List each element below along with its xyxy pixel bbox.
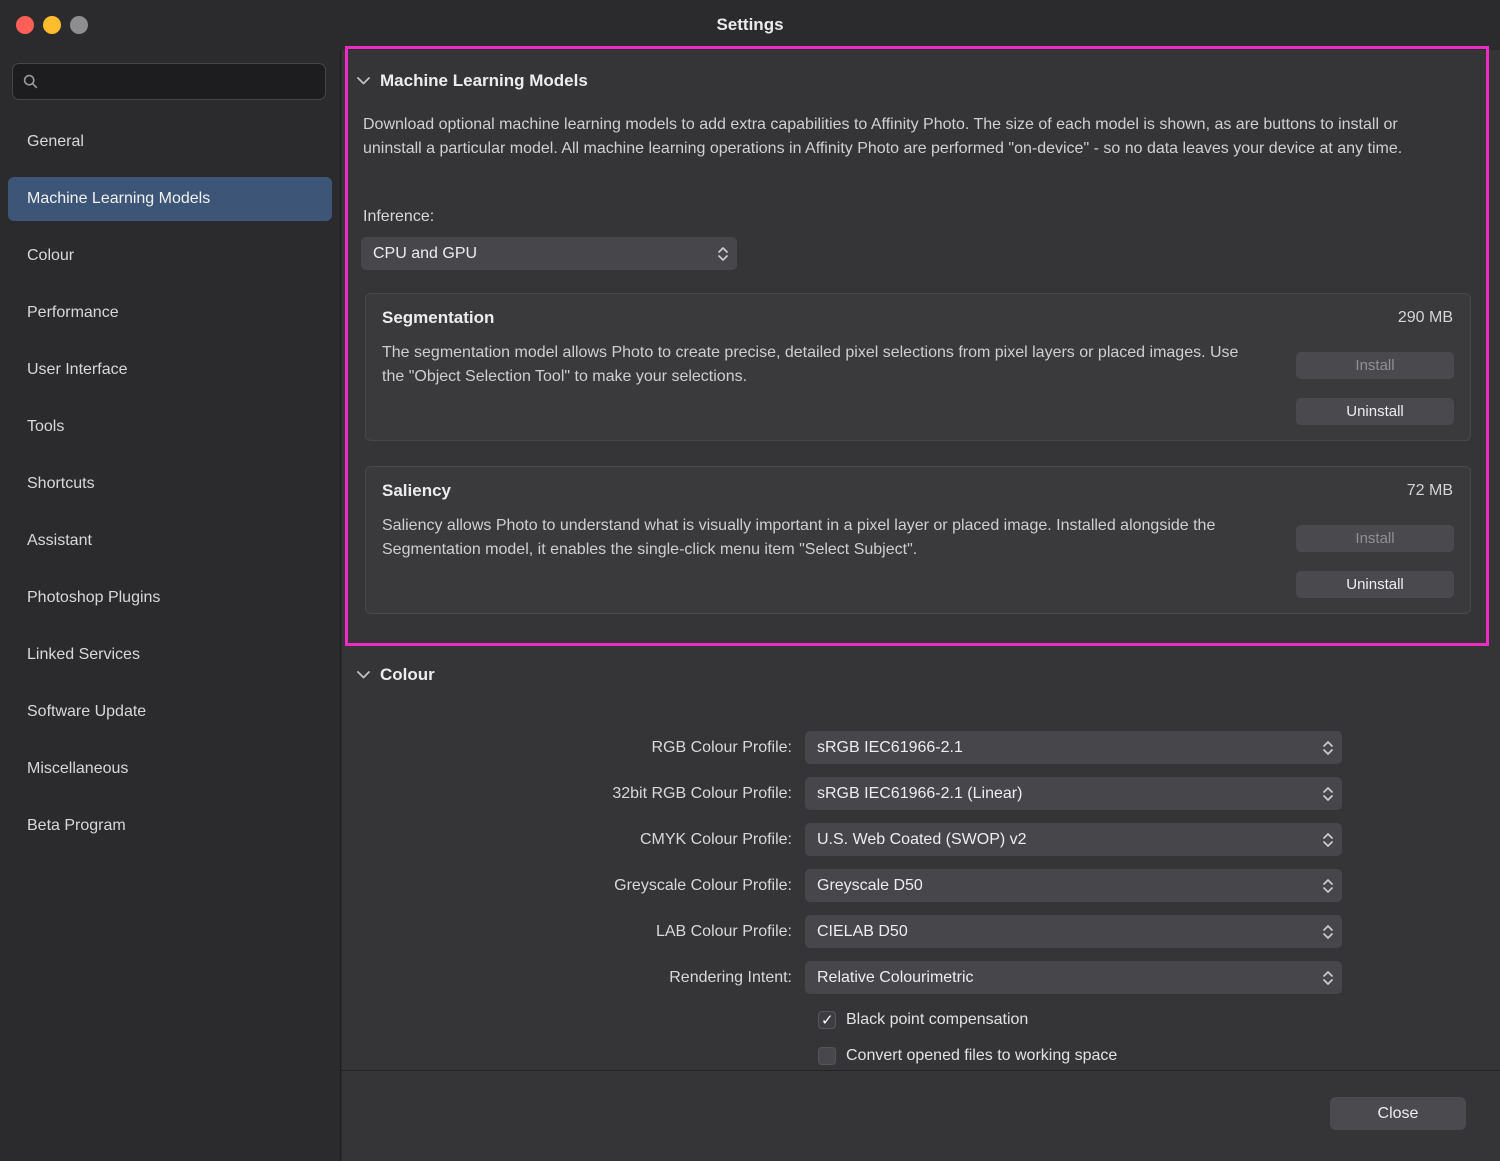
greyscale-profile-value: Greyscale D50 [817, 877, 923, 895]
rendering-intent-row: Rendering Intent: Relative Colourimetric [342, 961, 1342, 994]
colour-section-header[interactable]: Colour [357, 665, 435, 685]
titlebar: Settings [0, 0, 1500, 50]
lab-profile-value: CIELAB D50 [817, 923, 908, 941]
sidebar-item-miscellaneous[interactable]: Miscellaneous [8, 747, 332, 791]
inference-label: Inference: [363, 208, 434, 226]
settings-window: Settings General Machine Learning Models… [0, 0, 1500, 1161]
updown-chevrons-icon [1323, 879, 1333, 893]
sidebar-item-photoshop-plugins[interactable]: Photoshop Plugins [8, 576, 332, 620]
lab-profile-select[interactable]: CIELAB D50 [805, 915, 1342, 948]
colour-section-title: Colour [380, 665, 435, 685]
updown-chevrons-icon [718, 247, 728, 261]
greyscale-profile-row: Greyscale Colour Profile: Greyscale D50 [342, 869, 1342, 902]
window-controls [16, 16, 88, 34]
sidebar-item-linked-services[interactable]: Linked Services [8, 633, 332, 677]
rendering-intent-label: Rendering Intent: [342, 969, 805, 987]
ml-section-title: Machine Learning Models [380, 71, 588, 91]
rgb32-profile-label: 32bit RGB Colour Profile: [342, 785, 805, 803]
chevron-down-icon [357, 77, 370, 85]
window-title: Settings [716, 15, 783, 35]
model-size: 72 MB [1407, 482, 1453, 500]
close-window-button[interactable] [16, 16, 34, 34]
model-card-saliency: Saliency 72 MB Saliency allows Photo to … [365, 466, 1471, 614]
sidebar-item-assistant[interactable]: Assistant [8, 519, 332, 563]
sidebar-item-performance[interactable]: Performance [8, 291, 332, 335]
convert-opened-files-label: Convert opened files to working space [846, 1047, 1117, 1065]
updown-chevrons-icon [1323, 971, 1333, 985]
colour-checkboxes: Black point compensation Convert opened … [818, 1007, 1117, 1079]
rendering-intent-select[interactable]: Relative Colourimetric [805, 961, 1342, 994]
ml-section-header[interactable]: Machine Learning Models [357, 71, 588, 91]
cmyk-profile-select[interactable]: U.S. Web Coated (SWOP) v2 [805, 823, 1342, 856]
sidebar-item-general[interactable]: General [8, 120, 332, 164]
model-size: 290 MB [1398, 309, 1453, 327]
inference-select[interactable]: CPU and GPU [361, 237, 737, 270]
minimize-window-button[interactable] [43, 16, 61, 34]
cmyk-profile-label: CMYK Colour Profile: [342, 831, 805, 849]
cmyk-profile-row: CMYK Colour Profile: U.S. Web Coated (SW… [342, 823, 1342, 856]
sidebar-item-machine-learning-models[interactable]: Machine Learning Models [8, 177, 332, 221]
sidebar-item-shortcuts[interactable]: Shortcuts [8, 462, 332, 506]
rgb-profile-label: RGB Colour Profile: [342, 739, 805, 757]
greyscale-profile-select[interactable]: Greyscale D50 [805, 869, 1342, 902]
rgb-profile-row: RGB Colour Profile: sRGB IEC61966-2.1 [342, 731, 1342, 764]
segmentation-install-button[interactable]: Install [1296, 352, 1454, 379]
search-icon [23, 74, 38, 89]
rgb32-profile-row: 32bit RGB Colour Profile: sRGB IEC61966-… [342, 777, 1342, 810]
model-description: The segmentation model allows Photo to c… [382, 341, 1257, 388]
sidebar-item-software-update[interactable]: Software Update [8, 690, 332, 734]
black-point-compensation-row[interactable]: Black point compensation [818, 1007, 1117, 1032]
colour-profile-rows: RGB Colour Profile: sRGB IEC61966-2.1 32… [342, 731, 1342, 1007]
model-name: Segmentation [382, 308, 1454, 328]
updown-chevrons-icon [1323, 925, 1333, 939]
inference-selected-value: CPU and GPU [373, 245, 477, 263]
model-name: Saliency [382, 481, 1454, 501]
lab-profile-row: LAB Colour Profile: CIELAB D50 [342, 915, 1342, 948]
settings-sidebar: General Machine Learning Models Colour P… [0, 50, 341, 1161]
greyscale-profile-label: Greyscale Colour Profile: [342, 877, 805, 895]
updown-chevrons-icon [1323, 787, 1333, 801]
close-button[interactable]: Close [1330, 1097, 1466, 1130]
rgb32-profile-value: sRGB IEC61966-2.1 (Linear) [817, 785, 1022, 803]
model-card-segmentation: Segmentation 290 MB The segmentation mod… [365, 293, 1471, 441]
sidebar-item-tools[interactable]: Tools [8, 405, 332, 449]
black-point-compensation-label: Black point compensation [846, 1011, 1028, 1029]
updown-chevrons-icon [1323, 833, 1333, 847]
sidebar-item-user-interface[interactable]: User Interface [8, 348, 332, 392]
footer-divider [342, 1070, 1500, 1071]
saliency-install-button[interactable]: Install [1296, 525, 1454, 552]
sidebar-item-colour[interactable]: Colour [8, 234, 332, 278]
segmentation-uninstall-button[interactable]: Uninstall [1296, 398, 1454, 425]
zoom-window-button [70, 16, 88, 34]
rgb-profile-select[interactable]: sRGB IEC61966-2.1 [805, 731, 1342, 764]
ml-section-description: Download optional machine learning model… [363, 113, 1458, 160]
settings-content: Machine Learning Models Download optiona… [342, 50, 1500, 1161]
cmyk-profile-value: U.S. Web Coated (SWOP) v2 [817, 831, 1027, 849]
rgb-profile-value: sRGB IEC61966-2.1 [817, 739, 963, 757]
lab-profile-label: LAB Colour Profile: [342, 923, 805, 941]
chevron-down-icon [357, 671, 370, 679]
model-description: Saliency allows Photo to understand what… [382, 514, 1257, 561]
convert-opened-files-checkbox[interactable] [818, 1047, 836, 1065]
convert-opened-files-row[interactable]: Convert opened files to working space [818, 1043, 1117, 1068]
rgb32-profile-select[interactable]: sRGB IEC61966-2.1 (Linear) [805, 777, 1342, 810]
sidebar-item-beta-program[interactable]: Beta Program [8, 804, 332, 848]
sidebar-nav: General Machine Learning Models Colour P… [0, 120, 340, 861]
saliency-uninstall-button[interactable]: Uninstall [1296, 571, 1454, 598]
rendering-intent-value: Relative Colourimetric [817, 969, 974, 987]
black-point-compensation-checkbox[interactable] [818, 1011, 836, 1029]
updown-chevrons-icon [1323, 741, 1333, 755]
search-field[interactable] [12, 63, 326, 100]
search-input[interactable] [46, 73, 296, 90]
